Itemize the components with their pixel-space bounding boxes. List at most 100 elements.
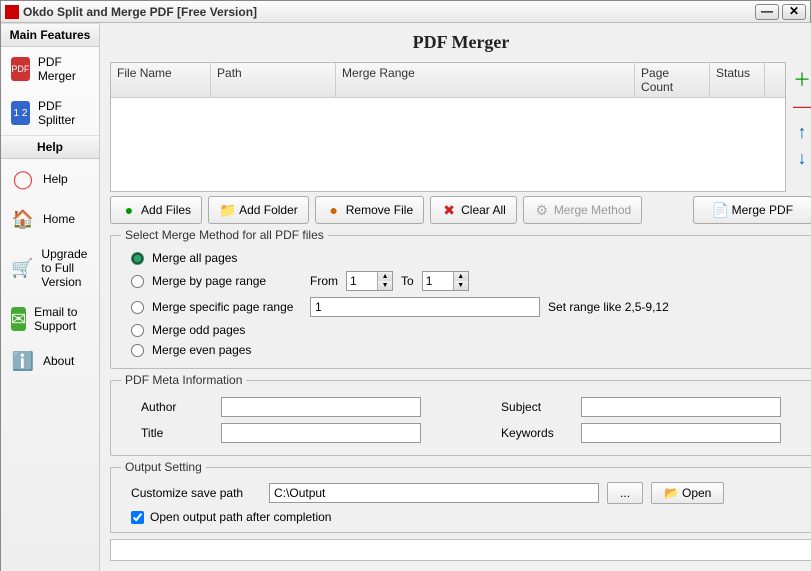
open-after-checkbox[interactable]	[131, 511, 144, 524]
title-input[interactable]	[221, 423, 421, 443]
spin-down-icon[interactable]: ▼	[454, 281, 468, 290]
radio-label: Merge specific page range	[152, 300, 302, 314]
sidebar-item-label: About	[43, 354, 74, 368]
cart-icon: 🛒	[11, 256, 33, 280]
clear-all-button[interactable]: ✖ Clear All	[430, 196, 517, 224]
sidebar-item-label: PDF Splitter	[38, 99, 89, 127]
add-folder-button[interactable]: 📁 Add Folder	[208, 196, 309, 224]
sidebar-item-label: Email to Support	[34, 305, 89, 333]
subject-input[interactable]	[581, 397, 781, 417]
sidebar-item-label: PDF Merger	[38, 55, 89, 83]
toolbar: ●Add Files 📁 Add Folder ●Remove File ✖ Cle…	[110, 196, 811, 224]
remove-file-button[interactable]: ●Remove File	[315, 196, 424, 224]
radio-merge-range[interactable]	[131, 275, 144, 288]
spin-up-icon[interactable]: ▲	[454, 272, 468, 281]
output-group: Output Setting Customize save path ... 📂…	[110, 460, 811, 533]
spin-down-icon[interactable]: ▼	[378, 281, 392, 290]
checkbox-label: Open output path after completion	[150, 510, 331, 524]
specific-range-input[interactable]	[310, 297, 540, 317]
merge-method-group: Select Merge Method for all PDF files Me…	[110, 228, 811, 369]
sidebar-item-home[interactable]: 🏠 Home	[1, 199, 99, 239]
to-label: To	[401, 274, 414, 288]
radio-label: Merge even pages	[152, 343, 251, 357]
merge-pdf-button[interactable]: 📄 Merge PDF	[693, 196, 811, 224]
minimize-button[interactable]: —	[755, 4, 779, 20]
sidebar-item-email-support[interactable]: ✉ Email to Support	[1, 297, 99, 341]
btn-label: Merge PDF	[732, 203, 793, 217]
pdf-splitter-icon: 1 2	[11, 101, 30, 125]
sidebar-item-about[interactable]: ℹ️ About	[1, 341, 99, 381]
x-icon: ✖	[441, 202, 457, 219]
page-title: PDF Merger	[110, 29, 811, 58]
open-folder-button[interactable]: 📂Open	[651, 482, 724, 504]
to-spinner[interactable]: ▲▼	[422, 271, 469, 291]
spin-up-icon[interactable]: ▲	[378, 272, 392, 281]
col-path[interactable]: Path	[211, 63, 336, 97]
sidebar-item-label: Help	[43, 172, 68, 186]
file-table[interactable]: File Name Path Merge Range Page Count St…	[110, 62, 786, 192]
help-lifebuoy-icon: ◯	[11, 167, 35, 191]
col-status[interactable]: Status	[710, 63, 765, 97]
btn-label: ...	[620, 486, 630, 500]
author-label: Author	[141, 400, 211, 414]
author-input[interactable]	[221, 397, 421, 417]
radio-label: Merge by page range	[152, 274, 302, 288]
merge-method-button[interactable]: ⚙ Merge Method	[523, 196, 642, 224]
to-input[interactable]	[423, 272, 453, 290]
app-icon	[5, 5, 19, 19]
col-spacer	[765, 63, 785, 97]
keywords-label: Keywords	[501, 426, 571, 440]
add-files-button[interactable]: ●Add Files	[110, 196, 202, 224]
radio-merge-odd[interactable]	[131, 324, 144, 337]
output-legend: Output Setting	[121, 460, 206, 474]
plus-icon: ●	[121, 202, 137, 218]
sidebar-item-upgrade[interactable]: 🛒 Upgrade to Full Version	[1, 239, 99, 297]
main-panel: PDF Merger File Name Path Merge Range Pa…	[100, 23, 811, 571]
gear-icon: ⚙	[534, 202, 550, 219]
subject-label: Subject	[501, 400, 571, 414]
radio-merge-all[interactable]	[131, 252, 144, 265]
sidebar-item-pdf-merger[interactable]: PDF PDF Merger	[1, 47, 99, 91]
folder-icon: 📂	[664, 486, 679, 500]
sidebar-item-pdf-splitter[interactable]: 1 2 PDF Splitter	[1, 91, 99, 135]
sidebar: Main Features PDF PDF Merger 1 2 PDF Spl…	[1, 23, 100, 571]
meta-group: PDF Meta Information Author Subject Titl…	[110, 373, 811, 456]
title-bar: Okdo Split and Merge PDF [Free Version] …	[1, 1, 810, 23]
pdf-export-icon: 📄	[712, 202, 728, 219]
from-spinner[interactable]: ▲▼	[346, 271, 393, 291]
radio-merge-even[interactable]	[131, 344, 144, 357]
btn-label: Add Folder	[239, 203, 298, 217]
merge-method-legend: Select Merge Method for all PDF files	[121, 228, 328, 242]
col-page-count[interactable]: Page Count	[635, 63, 710, 97]
sidebar-header-help: Help	[1, 135, 99, 159]
remove-icon[interactable]: —	[793, 98, 811, 114]
btn-label: Merge Method	[554, 203, 631, 217]
keywords-input[interactable]	[581, 423, 781, 443]
sidebar-header-main: Main Features	[1, 23, 99, 47]
radio-merge-specific[interactable]	[131, 301, 144, 314]
from-input[interactable]	[347, 272, 377, 290]
col-file-name[interactable]: File Name	[111, 63, 211, 97]
move-down-icon[interactable]: ↓	[798, 150, 807, 166]
minus-icon: ●	[326, 202, 342, 218]
btn-label: Clear All	[461, 203, 506, 217]
home-icon: 🏠	[11, 207, 35, 231]
browse-button[interactable]: ...	[607, 482, 643, 504]
meta-legend: PDF Meta Information	[121, 373, 246, 387]
from-label: From	[310, 274, 338, 288]
sidebar-item-help[interactable]: ◯ Help	[1, 159, 99, 199]
add-icon[interactable]: ＋	[793, 72, 811, 88]
pdf-merger-icon: PDF	[11, 57, 30, 81]
save-path-input[interactable]	[269, 483, 599, 503]
info-icon: ℹ️	[11, 349, 35, 373]
close-button[interactable]: ✕	[782, 4, 806, 20]
col-merge-range[interactable]: Merge Range	[336, 63, 635, 97]
status-bar	[110, 539, 811, 561]
move-up-icon[interactable]: ↑	[798, 124, 807, 140]
title-label: Title	[141, 426, 211, 440]
folder-plus-icon: 📁	[219, 202, 235, 219]
sidebar-item-label: Upgrade to Full Version	[41, 247, 89, 289]
btn-label: Open	[682, 486, 711, 500]
window-title: Okdo Split and Merge PDF [Free Version]	[23, 5, 257, 19]
sidebar-item-label: Home	[43, 212, 75, 226]
